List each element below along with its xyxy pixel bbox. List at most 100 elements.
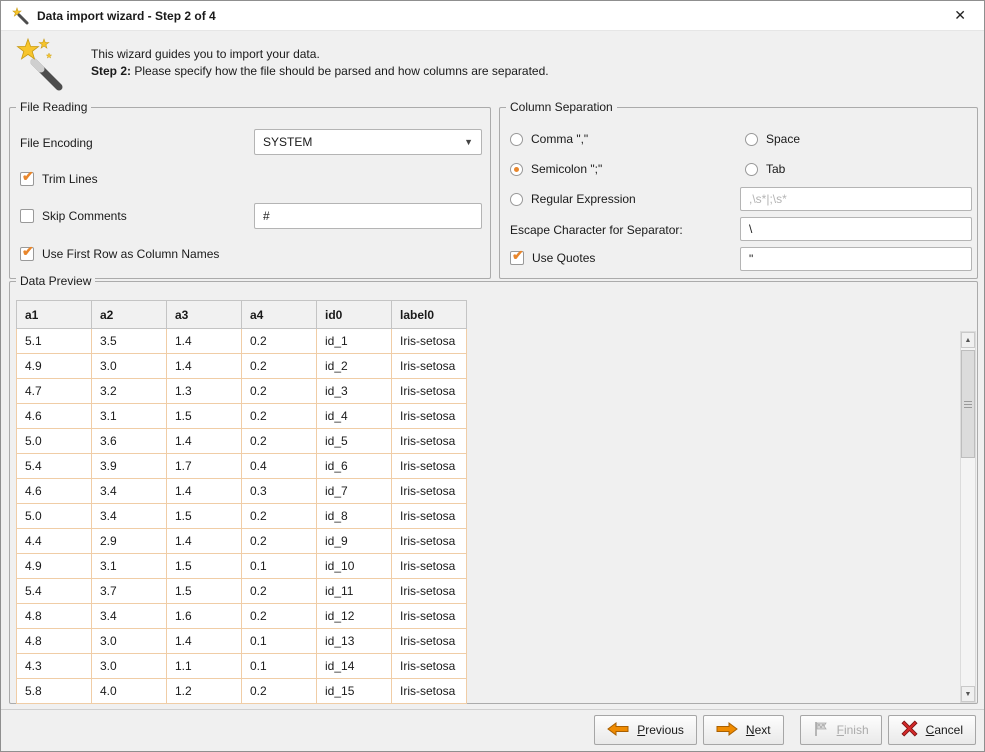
radio-unselected-icon xyxy=(510,133,523,146)
tab-label: Tab xyxy=(766,162,785,176)
table-row[interactable]: 4.93.01.40.2id_2Iris-setosa xyxy=(17,354,467,379)
table-row[interactable]: 5.13.51.40.2id_1Iris-setosa xyxy=(17,329,467,354)
trim-lines-checkbox[interactable]: ✔ Trim Lines xyxy=(20,172,98,186)
escape-character-input[interactable] xyxy=(740,217,972,241)
comma-label: Comma "," xyxy=(531,132,588,146)
scrollbar-thumb[interactable] xyxy=(961,350,975,458)
skip-comments-checkbox[interactable]: Skip Comments xyxy=(20,209,127,223)
table-cell: 0.3 xyxy=(242,479,317,504)
scroll-up-button[interactable]: ▲ xyxy=(961,332,975,348)
step-label: Step 2: xyxy=(91,64,131,78)
table-cell: id_14 xyxy=(317,654,392,679)
table-cell: 3.0 xyxy=(92,654,167,679)
table-cell: id_13 xyxy=(317,629,392,654)
table-cell: id_15 xyxy=(317,679,392,704)
table-cell: 0.2 xyxy=(242,329,317,354)
regex-radio[interactable]: Regular Expression xyxy=(510,192,636,206)
comma-radio[interactable]: Comma "," xyxy=(510,132,588,146)
semicolon-label: Semicolon ";" xyxy=(531,162,602,176)
previous-button[interactable]: Previous xyxy=(594,715,697,745)
preview-scrollbar[interactable]: ▲ ▼ xyxy=(960,331,976,703)
column-header-a4[interactable]: a4 xyxy=(242,301,317,329)
trim-lines-label: Trim Lines xyxy=(42,172,98,186)
table-row[interactable]: 4.33.01.10.1id_14Iris-setosa xyxy=(17,654,467,679)
table-header-row: a1a2a3a4id0label0 xyxy=(17,301,467,329)
table-cell: 1.4 xyxy=(167,529,242,554)
semicolon-radio[interactable]: Semicolon ";" xyxy=(510,162,602,176)
table-cell: 0.2 xyxy=(242,354,317,379)
radio-unselected-icon xyxy=(510,193,523,206)
table-cell: 4.0 xyxy=(92,679,167,704)
table-row[interactable]: 4.63.11.50.2id_4Iris-setosa xyxy=(17,404,467,429)
table-cell: id_12 xyxy=(317,604,392,629)
checkbox-checked-icon: ✔ xyxy=(510,251,524,265)
table-cell: Iris-setosa xyxy=(392,454,467,479)
table-cell: 0.2 xyxy=(242,404,317,429)
table-row[interactable]: 5.43.71.50.2id_11Iris-setosa xyxy=(17,579,467,604)
table-cell: 2.9 xyxy=(92,529,167,554)
previous-button-label: Previous xyxy=(637,723,684,737)
table-cell: 3.5 xyxy=(92,329,167,354)
table-cell: id_1 xyxy=(317,329,392,354)
table-cell: Iris-setosa xyxy=(392,479,467,504)
arrow-down-icon: ▼ xyxy=(965,691,972,698)
table-cell: 0.2 xyxy=(242,604,317,629)
column-header-id0[interactable]: id0 xyxy=(317,301,392,329)
radio-selected-icon xyxy=(510,163,523,176)
table-row[interactable]: 5.84.01.20.2id_15Iris-setosa xyxy=(17,679,467,704)
column-header-a3[interactable]: a3 xyxy=(167,301,242,329)
table-cell: 3.6 xyxy=(92,429,167,454)
next-button[interactable]: Next xyxy=(703,715,784,745)
table-row[interactable]: 4.83.01.40.1id_13Iris-setosa xyxy=(17,629,467,654)
file-encoding-label: File Encoding xyxy=(20,136,93,150)
regex-label: Regular Expression xyxy=(531,192,636,206)
regex-input[interactable] xyxy=(740,187,972,211)
checkbox-checked-icon: ✔ xyxy=(20,247,34,261)
footer-button-bar: Previous Next Finish xyxy=(594,715,976,745)
table-cell: 1.5 xyxy=(167,404,242,429)
table-row[interactable]: 4.42.91.40.2id_9Iris-setosa xyxy=(17,529,467,554)
close-icon[interactable]: ✕ xyxy=(946,5,974,26)
table-cell: 5.1 xyxy=(17,329,92,354)
table-cell: id_3 xyxy=(317,379,392,404)
file-encoding-select[interactable]: SYSTEM ▼ xyxy=(254,129,482,155)
table-cell: 3.0 xyxy=(92,354,167,379)
column-header-label0[interactable]: label0 xyxy=(392,301,467,329)
table-row[interactable]: 5.43.91.70.4id_6Iris-setosa xyxy=(17,454,467,479)
table-cell: 4.3 xyxy=(17,654,92,679)
finish-button-label: Finish xyxy=(837,723,869,737)
table-row[interactable]: 4.63.41.40.3id_7Iris-setosa xyxy=(17,479,467,504)
column-header-a2[interactable]: a2 xyxy=(92,301,167,329)
cancel-button[interactable]: Cancel xyxy=(888,715,976,745)
skip-comments-input[interactable] xyxy=(254,203,482,229)
table-row[interactable]: 4.73.21.30.2id_3Iris-setosa xyxy=(17,379,467,404)
table-cell: id_11 xyxy=(317,579,392,604)
cancel-x-icon xyxy=(901,720,918,740)
table-row[interactable]: 4.83.41.60.2id_12Iris-setosa xyxy=(17,604,467,629)
table-row[interactable]: 4.93.11.50.1id_10Iris-setosa xyxy=(17,554,467,579)
table-cell: 4.7 xyxy=(17,379,92,404)
table-cell: 5.4 xyxy=(17,579,92,604)
table-row[interactable]: 5.03.61.40.2id_5Iris-setosa xyxy=(17,429,467,454)
table-cell: Iris-setosa xyxy=(392,504,467,529)
table-cell: 4.4 xyxy=(17,529,92,554)
header-line2: Step 2: Please specify how the file shou… xyxy=(91,63,549,80)
space-radio[interactable]: Space xyxy=(745,132,800,146)
table-row[interactable]: 5.03.41.50.2id_8Iris-setosa xyxy=(17,504,467,529)
table-cell: 1.3 xyxy=(167,379,242,404)
first-row-column-names-checkbox[interactable]: ✔ Use First Row as Column Names xyxy=(20,247,219,261)
scroll-down-button[interactable]: ▼ xyxy=(961,686,975,702)
table-cell: 5.0 xyxy=(17,504,92,529)
column-header-a1[interactable]: a1 xyxy=(17,301,92,329)
footer-separator xyxy=(1,709,984,710)
table-cell: Iris-setosa xyxy=(392,679,467,704)
table-cell: 1.6 xyxy=(167,604,242,629)
table-cell: 0.1 xyxy=(242,629,317,654)
table-cell: 0.1 xyxy=(242,554,317,579)
table-cell: 1.5 xyxy=(167,504,242,529)
table-cell: Iris-setosa xyxy=(392,404,467,429)
file-reading-group-title: File Reading xyxy=(16,100,91,114)
tab-radio[interactable]: Tab xyxy=(745,162,785,176)
use-quotes-checkbox[interactable]: ✔ Use Quotes xyxy=(510,251,595,265)
quote-character-input[interactable] xyxy=(740,247,972,271)
